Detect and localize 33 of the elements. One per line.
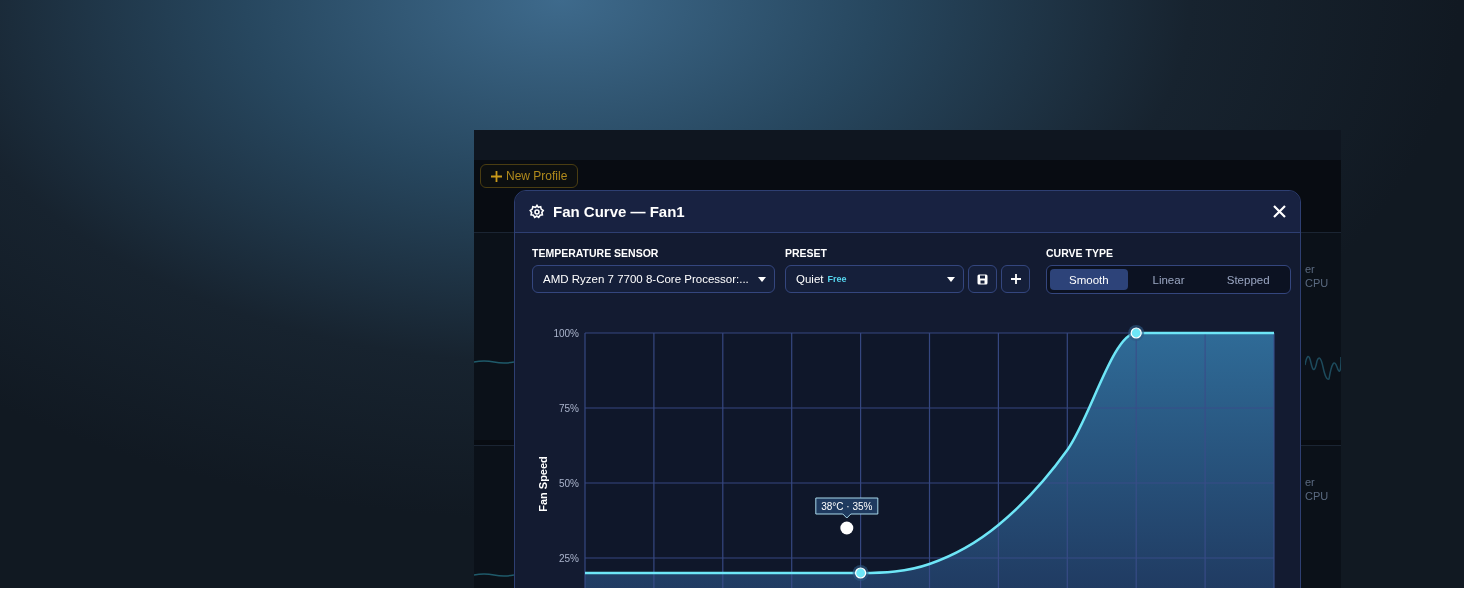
sensor-type: CPU bbox=[1305, 277, 1330, 289]
save-icon bbox=[977, 273, 988, 285]
sensor-label: er bbox=[1305, 263, 1316, 275]
y-tick-label: 25% bbox=[559, 553, 579, 564]
caret-icon bbox=[947, 276, 955, 282]
sensor-select[interactable]: AMD Ryzen 7 7700 8-Core Processor:... bbox=[532, 265, 775, 293]
curve-handle[interactable] bbox=[852, 565, 869, 581]
y-axis-label: Fan Speed bbox=[537, 456, 549, 512]
y-tick-label: 100% bbox=[553, 328, 579, 339]
sensor-type: CPU bbox=[1305, 490, 1330, 502]
drag-point[interactable] bbox=[840, 521, 854, 535]
dialog-title: Fan Curve — Fan1 bbox=[553, 203, 686, 220]
field-label: TEMPERATURE SENSOR bbox=[532, 247, 660, 259]
y-tick-label: 75% bbox=[559, 403, 579, 414]
field-label: CURVE TYPE bbox=[1046, 247, 1114, 259]
close-button[interactable] bbox=[1273, 205, 1286, 218]
preset-select[interactable]: Quiet Free bbox=[785, 265, 964, 293]
curve-type-option[interactable]: Linear bbox=[1129, 269, 1208, 290]
curve-type-option[interactable]: Stepped bbox=[1209, 269, 1287, 290]
new-profile-button[interactable]: New Profile bbox=[480, 164, 579, 188]
tooltip: 38°C · 35% bbox=[815, 497, 879, 519]
curve-handle[interactable] bbox=[1128, 325, 1145, 341]
close-icon bbox=[1273, 205, 1286, 218]
y-tick-label: 50% bbox=[559, 478, 579, 489]
field-label: PRESET bbox=[785, 247, 828, 259]
settings-icon bbox=[529, 203, 545, 220]
plus-icon bbox=[491, 170, 502, 182]
sensor-label: er bbox=[1305, 476, 1316, 488]
caret-icon bbox=[758, 276, 766, 282]
add-button[interactable] bbox=[1001, 265, 1030, 293]
plus-icon bbox=[1010, 274, 1021, 284]
curve-type-option[interactable]: Smooth bbox=[1050, 269, 1128, 290]
save-button[interactable] bbox=[968, 265, 997, 293]
